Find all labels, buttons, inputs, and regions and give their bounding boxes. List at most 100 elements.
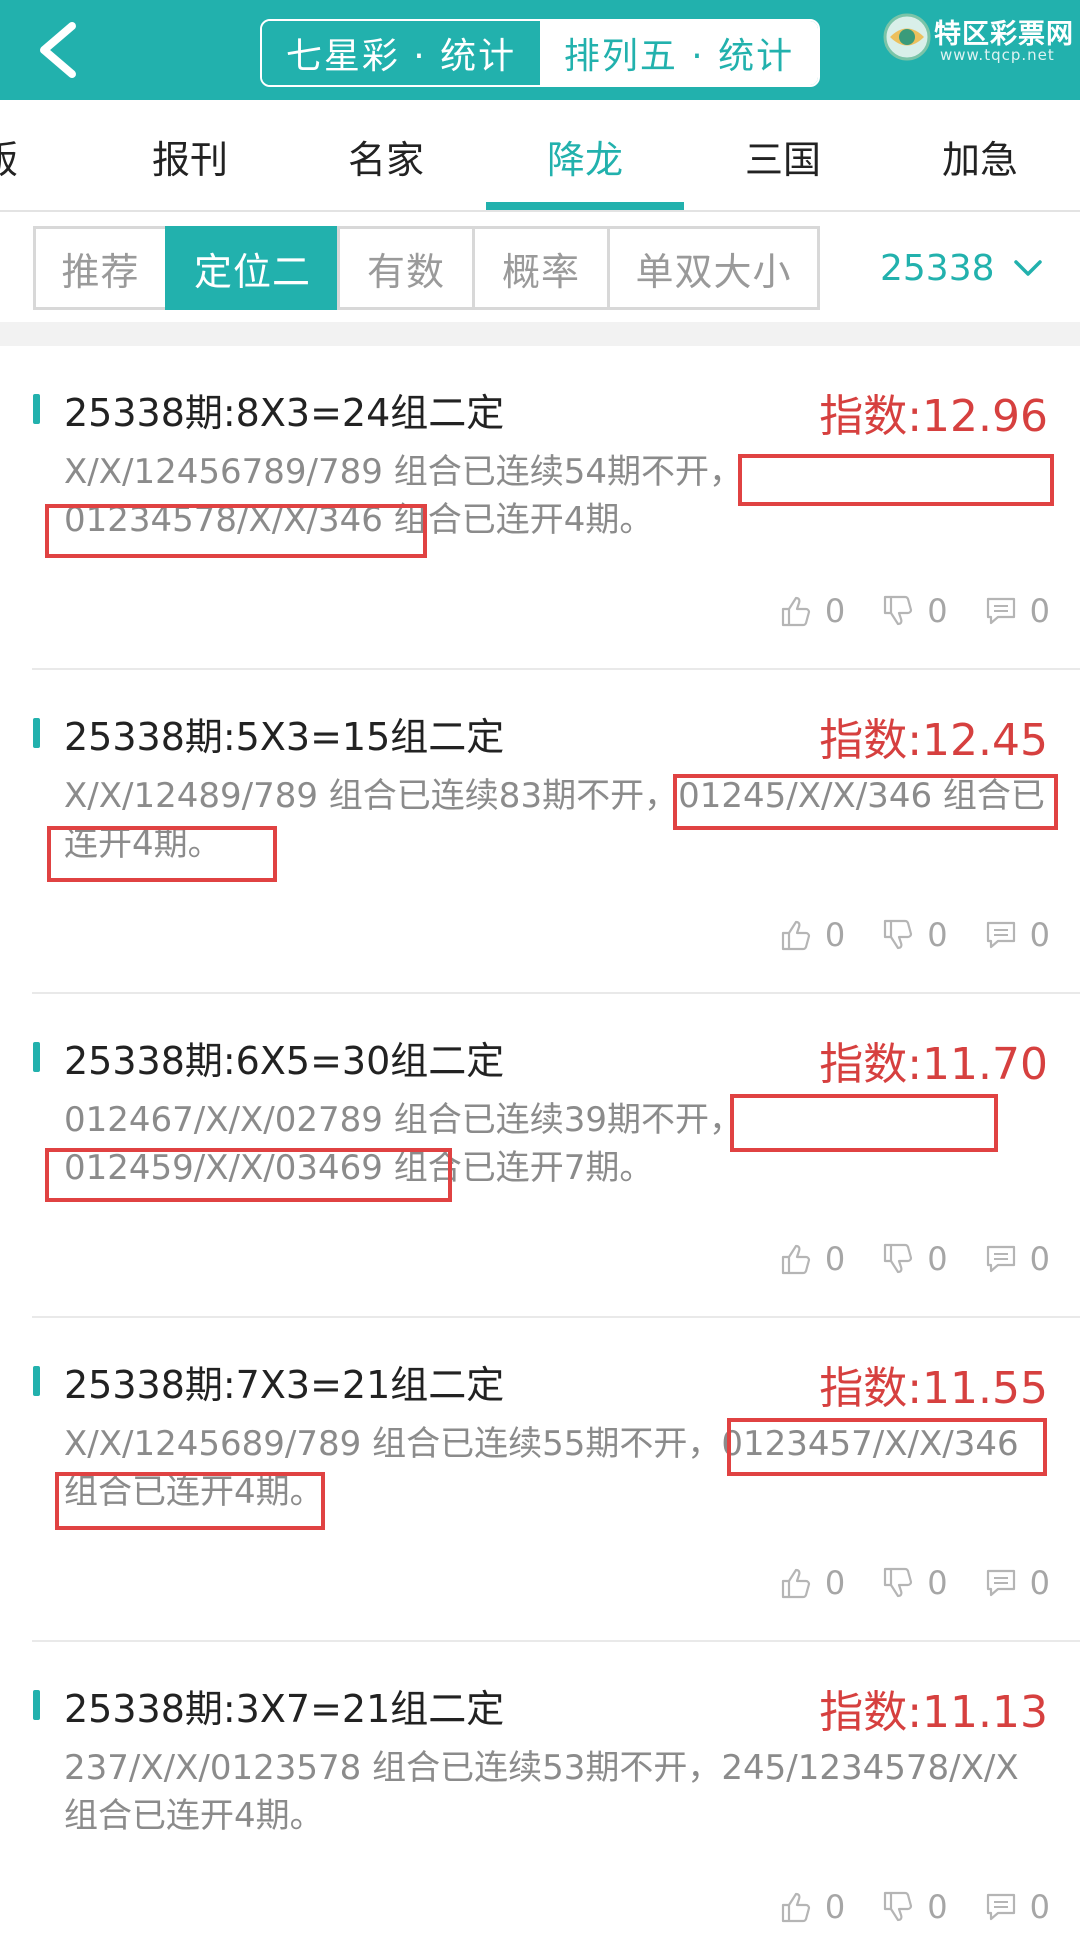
dislike-count: 0 <box>927 592 948 630</box>
tab-ban[interactable]: 版 <box>0 100 34 212</box>
like-button[interactable]: 0 <box>779 1240 845 1278</box>
like-count: 0 <box>824 1240 846 1278</box>
dislike-button[interactable]: 0 <box>881 1564 948 1602</box>
dislike-count: 0 <box>927 1888 948 1926</box>
top-header: 七星彩 · 统计 排列五 · 统计 特区彩票网 www.tqcp.net <box>0 0 1080 100</box>
like-button[interactable]: 0 <box>779 1564 845 1602</box>
logo-url: www.tqcp.net <box>940 46 1055 64</box>
back-arrow-icon <box>40 22 76 78</box>
comment-count: 0 <box>1029 1888 1050 1926</box>
tab-xianglong[interactable]: 降龙 <box>505 100 665 212</box>
card-title: 25338期:3X7=21组二定 <box>64 1687 505 1731</box>
thumbs-up-icon <box>781 1568 811 1599</box>
card-title: 25338期:6X5=30组二定 <box>64 1039 505 1083</box>
comment-icon <box>986 597 1015 625</box>
dislike-count: 0 <box>927 916 948 954</box>
active-tab-indicator <box>486 202 684 210</box>
tab-jiaji[interactable]: 加急 <box>900 100 1060 212</box>
segment-qxc-stats[interactable]: 七星彩 · 统计 <box>262 21 540 85</box>
card-accent-bar <box>33 394 40 424</box>
subtab-dingweier[interactable]: 定位二 <box>165 226 340 310</box>
card-accent-bar <box>33 718 40 748</box>
highlight-box <box>55 1472 325 1530</box>
section-separator <box>0 322 1080 346</box>
thumbs-down-icon <box>884 919 913 950</box>
highlight-box <box>727 1418 1047 1476</box>
prediction-card[interactable]: 25338期:7X3=21组二定 指数:11.55 X/X/1245689/78… <box>0 1318 1080 1642</box>
logo-globe-icon <box>883 13 931 61</box>
dislike-button[interactable]: 0 <box>881 916 948 954</box>
card-actions: 0 0 0 <box>743 1240 1050 1278</box>
comment-button[interactable]: 0 <box>984 1888 1050 1926</box>
issue-number: 25338 <box>880 247 995 289</box>
highlight-box <box>673 774 1058 830</box>
like-count: 0 <box>824 1564 846 1602</box>
card-index: 指数:12.96 <box>819 391 1048 442</box>
subtab-tuijian[interactable]: 推荐 <box>33 226 168 310</box>
tab-baokan[interactable]: 报刊 <box>110 100 270 212</box>
subtab-youshu[interactable]: 有数 <box>337 226 475 310</box>
site-watermark-logo: 特区彩票网 www.tqcp.net <box>880 8 1078 68</box>
subtab-gailv[interactable]: 概率 <box>472 226 610 310</box>
card-actions: 0 0 0 <box>743 1888 1050 1926</box>
card-index: 指数:12.45 <box>819 715 1048 766</box>
like-button[interactable]: 0 <box>779 592 845 630</box>
card-index: 指数:11.70 <box>819 1039 1048 1090</box>
comment-icon <box>986 1569 1015 1597</box>
thumbs-down-icon <box>884 1891 913 1922</box>
prediction-card[interactable]: 25338期:5X3=15组二定 指数:12.45 X/X/12489/789 … <box>0 670 1080 994</box>
highlight-box <box>45 504 427 558</box>
card-actions: 0 0 0 <box>743 592 1050 630</box>
comment-count: 0 <box>1029 1240 1050 1278</box>
thumbs-down-icon <box>884 1567 913 1598</box>
like-count: 0 <box>824 592 846 630</box>
card-actions: 0 0 0 <box>743 916 1050 954</box>
subtab-danshuang[interactable]: 单双大小 <box>607 226 820 310</box>
comment-icon <box>986 1893 1015 1921</box>
dislike-count: 0 <box>927 1564 948 1602</box>
card-title: 25338期:8X3=24组二定 <box>64 391 505 435</box>
tab-sanguo[interactable]: 三国 <box>703 100 863 212</box>
thumbs-up-icon <box>781 596 811 627</box>
comment-count: 0 <box>1029 1564 1050 1602</box>
tab-mingjia[interactable]: 名家 <box>306 100 466 212</box>
prediction-card[interactable]: 25338期:6X5=30组二定 指数:11.70 012467/X/X/027… <box>0 994 1080 1318</box>
dislike-button[interactable]: 0 <box>881 592 948 630</box>
dislike-count: 0 <box>927 1240 948 1278</box>
comment-count: 0 <box>1029 592 1050 630</box>
card-index: 指数:11.55 <box>819 1363 1048 1414</box>
highlight-box <box>730 1094 998 1152</box>
category-tabs: 版 报刊 名家 降龙 三国 加急 <box>0 100 1080 212</box>
thumbs-down-icon <box>884 1243 913 1274</box>
comment-button[interactable]: 0 <box>984 916 1050 954</box>
issue-selector[interactable]: 25338 <box>880 240 1043 296</box>
prediction-card[interactable]: 25338期:8X3=24组二定 指数:12.96 X/X/12456789/7… <box>0 346 1080 670</box>
card-accent-bar <box>33 1366 40 1396</box>
thumbs-up-icon <box>781 1892 811 1923</box>
thumbs-up-icon <box>781 920 811 951</box>
like-button[interactable]: 0 <box>779 916 845 954</box>
comment-button[interactable]: 0 <box>984 1564 1050 1602</box>
comment-button[interactable]: 0 <box>984 592 1050 630</box>
highlight-box <box>47 826 277 882</box>
chevron-down-icon <box>1013 260 1042 276</box>
back-button[interactable] <box>30 18 90 82</box>
like-button[interactable]: 0 <box>779 1888 845 1926</box>
dislike-button[interactable]: 0 <box>881 1888 948 1926</box>
thumbs-down-icon <box>884 595 913 626</box>
prediction-card[interactable]: 25338期:3X7=21组二定 指数:11.13 237/X/X/012357… <box>0 1642 1080 1959</box>
segment-pl5-stats[interactable]: 排列五 · 统计 <box>540 21 818 85</box>
comment-icon <box>986 1245 1015 1273</box>
highlight-box <box>738 454 1054 506</box>
comment-icon <box>986 921 1015 949</box>
app-screen: 七星彩 · 统计 排列五 · 统计 特区彩票网 www.tqcp.net 版 报… <box>0 0 1080 1959</box>
dislike-button[interactable]: 0 <box>881 1240 948 1278</box>
like-count: 0 <box>824 916 846 954</box>
lottery-segment-control: 七星彩 · 统计 排列五 · 统计 <box>260 19 820 87</box>
card-index: 指数:11.13 <box>819 1687 1048 1738</box>
card-description: 237/X/X/0123578 组合已连续53期不开，245/1234578/X… <box>64 1748 1019 1836</box>
thumbs-up-icon <box>781 1244 811 1275</box>
comment-button[interactable]: 0 <box>984 1240 1050 1278</box>
card-accent-bar <box>33 1042 40 1072</box>
card-title: 25338期:5X3=15组二定 <box>64 715 505 759</box>
